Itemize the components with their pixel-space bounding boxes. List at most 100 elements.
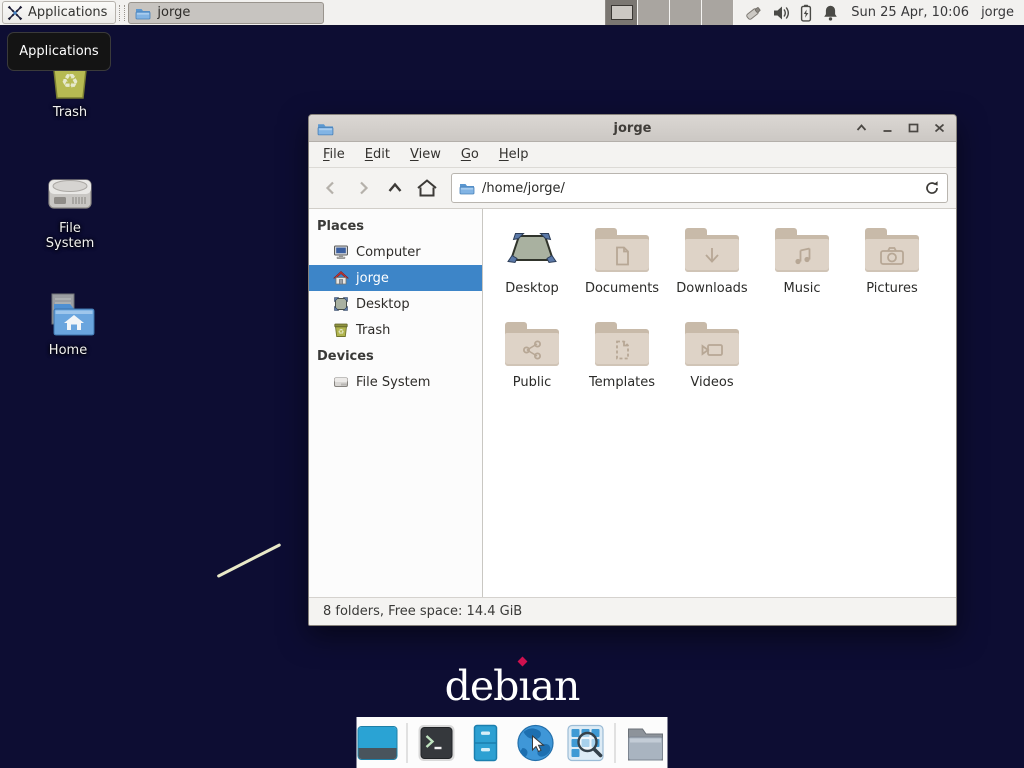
- downloads-folder-icon: [685, 228, 739, 272]
- desktop-icon-filesystem[interactable]: File System: [34, 168, 106, 251]
- taskbar-window-label: jorge: [157, 5, 190, 20]
- file-cabinet-icon: [466, 723, 506, 763]
- terminal-icon: [417, 723, 457, 763]
- file-item-label: Videos: [667, 375, 757, 390]
- volume-icon[interactable]: [772, 4, 790, 22]
- menu-help[interactable]: Help: [489, 144, 539, 165]
- titlebar[interactable]: jorge: [309, 115, 956, 142]
- menu-view[interactable]: View: [400, 144, 451, 165]
- file-item-templates[interactable]: Templates: [577, 315, 667, 409]
- top-panel: Applications jorge: [0, 0, 1024, 27]
- battery-icon[interactable]: [799, 4, 813, 22]
- system-tray: [744, 4, 839, 22]
- sidebar-item-label: Trash: [356, 323, 390, 338]
- notifications-bell-icon[interactable]: [822, 4, 839, 22]
- desktop-icon-label: Trash: [34, 105, 106, 120]
- dock-file-cabinet[interactable]: [466, 723, 506, 763]
- file-item-label: Music: [757, 281, 847, 296]
- workspace-1[interactable]: [606, 0, 638, 25]
- close-button[interactable]: [930, 119, 948, 137]
- path-folder-icon: [459, 180, 475, 196]
- file-item-pictures[interactable]: Pictures: [847, 221, 937, 315]
- web-browser-globe-icon: [515, 722, 557, 764]
- file-item-desktop[interactable]: Desktop: [487, 221, 577, 315]
- menu-edit[interactable]: Edit: [355, 144, 400, 165]
- desktop-icon-label: Home: [32, 343, 104, 358]
- panel-clock[interactable]: Sun 25 Apr, 10:06: [851, 5, 969, 20]
- applications-tooltip: Applications: [7, 32, 111, 71]
- pointer-trail-artifact: [217, 543, 282, 578]
- debian-logo-text: deb: [445, 662, 519, 710]
- debian-logo: debıan: [0, 662, 1024, 710]
- pictures-folder-icon: [865, 228, 919, 272]
- path-input[interactable]: [482, 181, 917, 196]
- sidebar-item-desktop[interactable]: Desktop: [309, 291, 482, 317]
- panel-username[interactable]: jorge: [981, 5, 1014, 20]
- location-bar[interactable]: [451, 173, 948, 203]
- file-item-downloads[interactable]: Downloads: [667, 221, 757, 315]
- show-desktop-icon: [358, 726, 398, 760]
- sidebar-item-label: Desktop: [356, 297, 410, 312]
- status-text: 8 folders, Free space: 14.4 GiB: [323, 604, 522, 619]
- up-button[interactable]: [381, 174, 409, 202]
- desktop-icon: [333, 296, 349, 312]
- templates-folder-icon: [595, 322, 649, 366]
- workspace-4[interactable]: [702, 0, 734, 25]
- trash-small-icon: ♻: [333, 322, 349, 338]
- reload-icon[interactable]: [924, 180, 940, 196]
- public-folder-icon: [505, 322, 559, 366]
- stylus-tool-icon[interactable]: [744, 4, 763, 22]
- sidebar-item-jorge[interactable]: jorge: [309, 265, 482, 291]
- documents-folder-icon: [595, 228, 649, 272]
- workspace-3[interactable]: [670, 0, 702, 25]
- desktop-icon-home[interactable]: Home: [32, 288, 104, 358]
- forward-button[interactable]: [349, 174, 377, 202]
- home-folder-icon: [32, 288, 104, 340]
- file-item-music[interactable]: Music: [757, 221, 847, 315]
- svg-text:♻: ♻: [61, 69, 79, 93]
- home-button[interactable]: [413, 174, 441, 202]
- desktop-icon-label: File System: [34, 221, 106, 251]
- gray-folder-icon: [625, 723, 667, 763]
- menu-file[interactable]: File: [313, 144, 355, 165]
- sidebar-item-filesystem[interactable]: File System: [309, 369, 482, 395]
- file-item-documents[interactable]: Documents: [577, 221, 667, 315]
- music-folder-icon: [775, 228, 829, 272]
- sidebar-item-trash[interactable]: ♻ Trash: [309, 317, 482, 343]
- file-manager-window: jorge File Edit View Go Help: [308, 114, 957, 626]
- file-item-videos[interactable]: Videos: [667, 315, 757, 409]
- svg-text:♻: ♻: [338, 328, 344, 336]
- sidebar: Places Computer: [309, 209, 483, 597]
- file-grid: Desktop Documents Download: [483, 209, 956, 597]
- dock-file-manager[interactable]: [625, 723, 667, 763]
- minimize-button[interactable]: [878, 119, 896, 137]
- back-button[interactable]: [317, 174, 345, 202]
- dock-web-browser[interactable]: [515, 722, 557, 764]
- shade-button[interactable]: [852, 119, 870, 137]
- sidebar-item-label: File System: [356, 375, 430, 390]
- harddrive-icon: [34, 168, 106, 218]
- desktop-folder-icon: [487, 221, 577, 279]
- menu-go[interactable]: Go: [451, 144, 489, 165]
- dock-app-finder[interactable]: [566, 723, 606, 763]
- panel-handle[interactable]: [119, 5, 125, 21]
- xfce-applications-icon: [7, 5, 23, 21]
- statusbar: 8 folders, Free space: 14.4 GiB: [309, 597, 956, 625]
- file-item-label: Templates: [577, 375, 667, 390]
- file-item-label: Downloads: [667, 281, 757, 296]
- workspace-switcher: [605, 0, 734, 25]
- toolbar: [309, 168, 956, 209]
- maximize-button[interactable]: [904, 119, 922, 137]
- taskbar-window-button[interactable]: jorge: [128, 2, 324, 24]
- dock-terminal[interactable]: [417, 723, 457, 763]
- sidebar-item-computer[interactable]: Computer: [309, 239, 482, 265]
- file-item-public[interactable]: Public: [487, 315, 577, 409]
- sidebar-item-label: jorge: [356, 271, 389, 286]
- workspace-2[interactable]: [638, 0, 670, 25]
- applications-menu-button[interactable]: Applications: [2, 1, 116, 24]
- videos-folder-icon: [685, 322, 739, 366]
- app-finder-icon: [566, 723, 606, 763]
- file-item-label: Desktop: [487, 281, 577, 296]
- file-item-label: Pictures: [847, 281, 937, 296]
- dock-show-desktop[interactable]: [358, 726, 398, 760]
